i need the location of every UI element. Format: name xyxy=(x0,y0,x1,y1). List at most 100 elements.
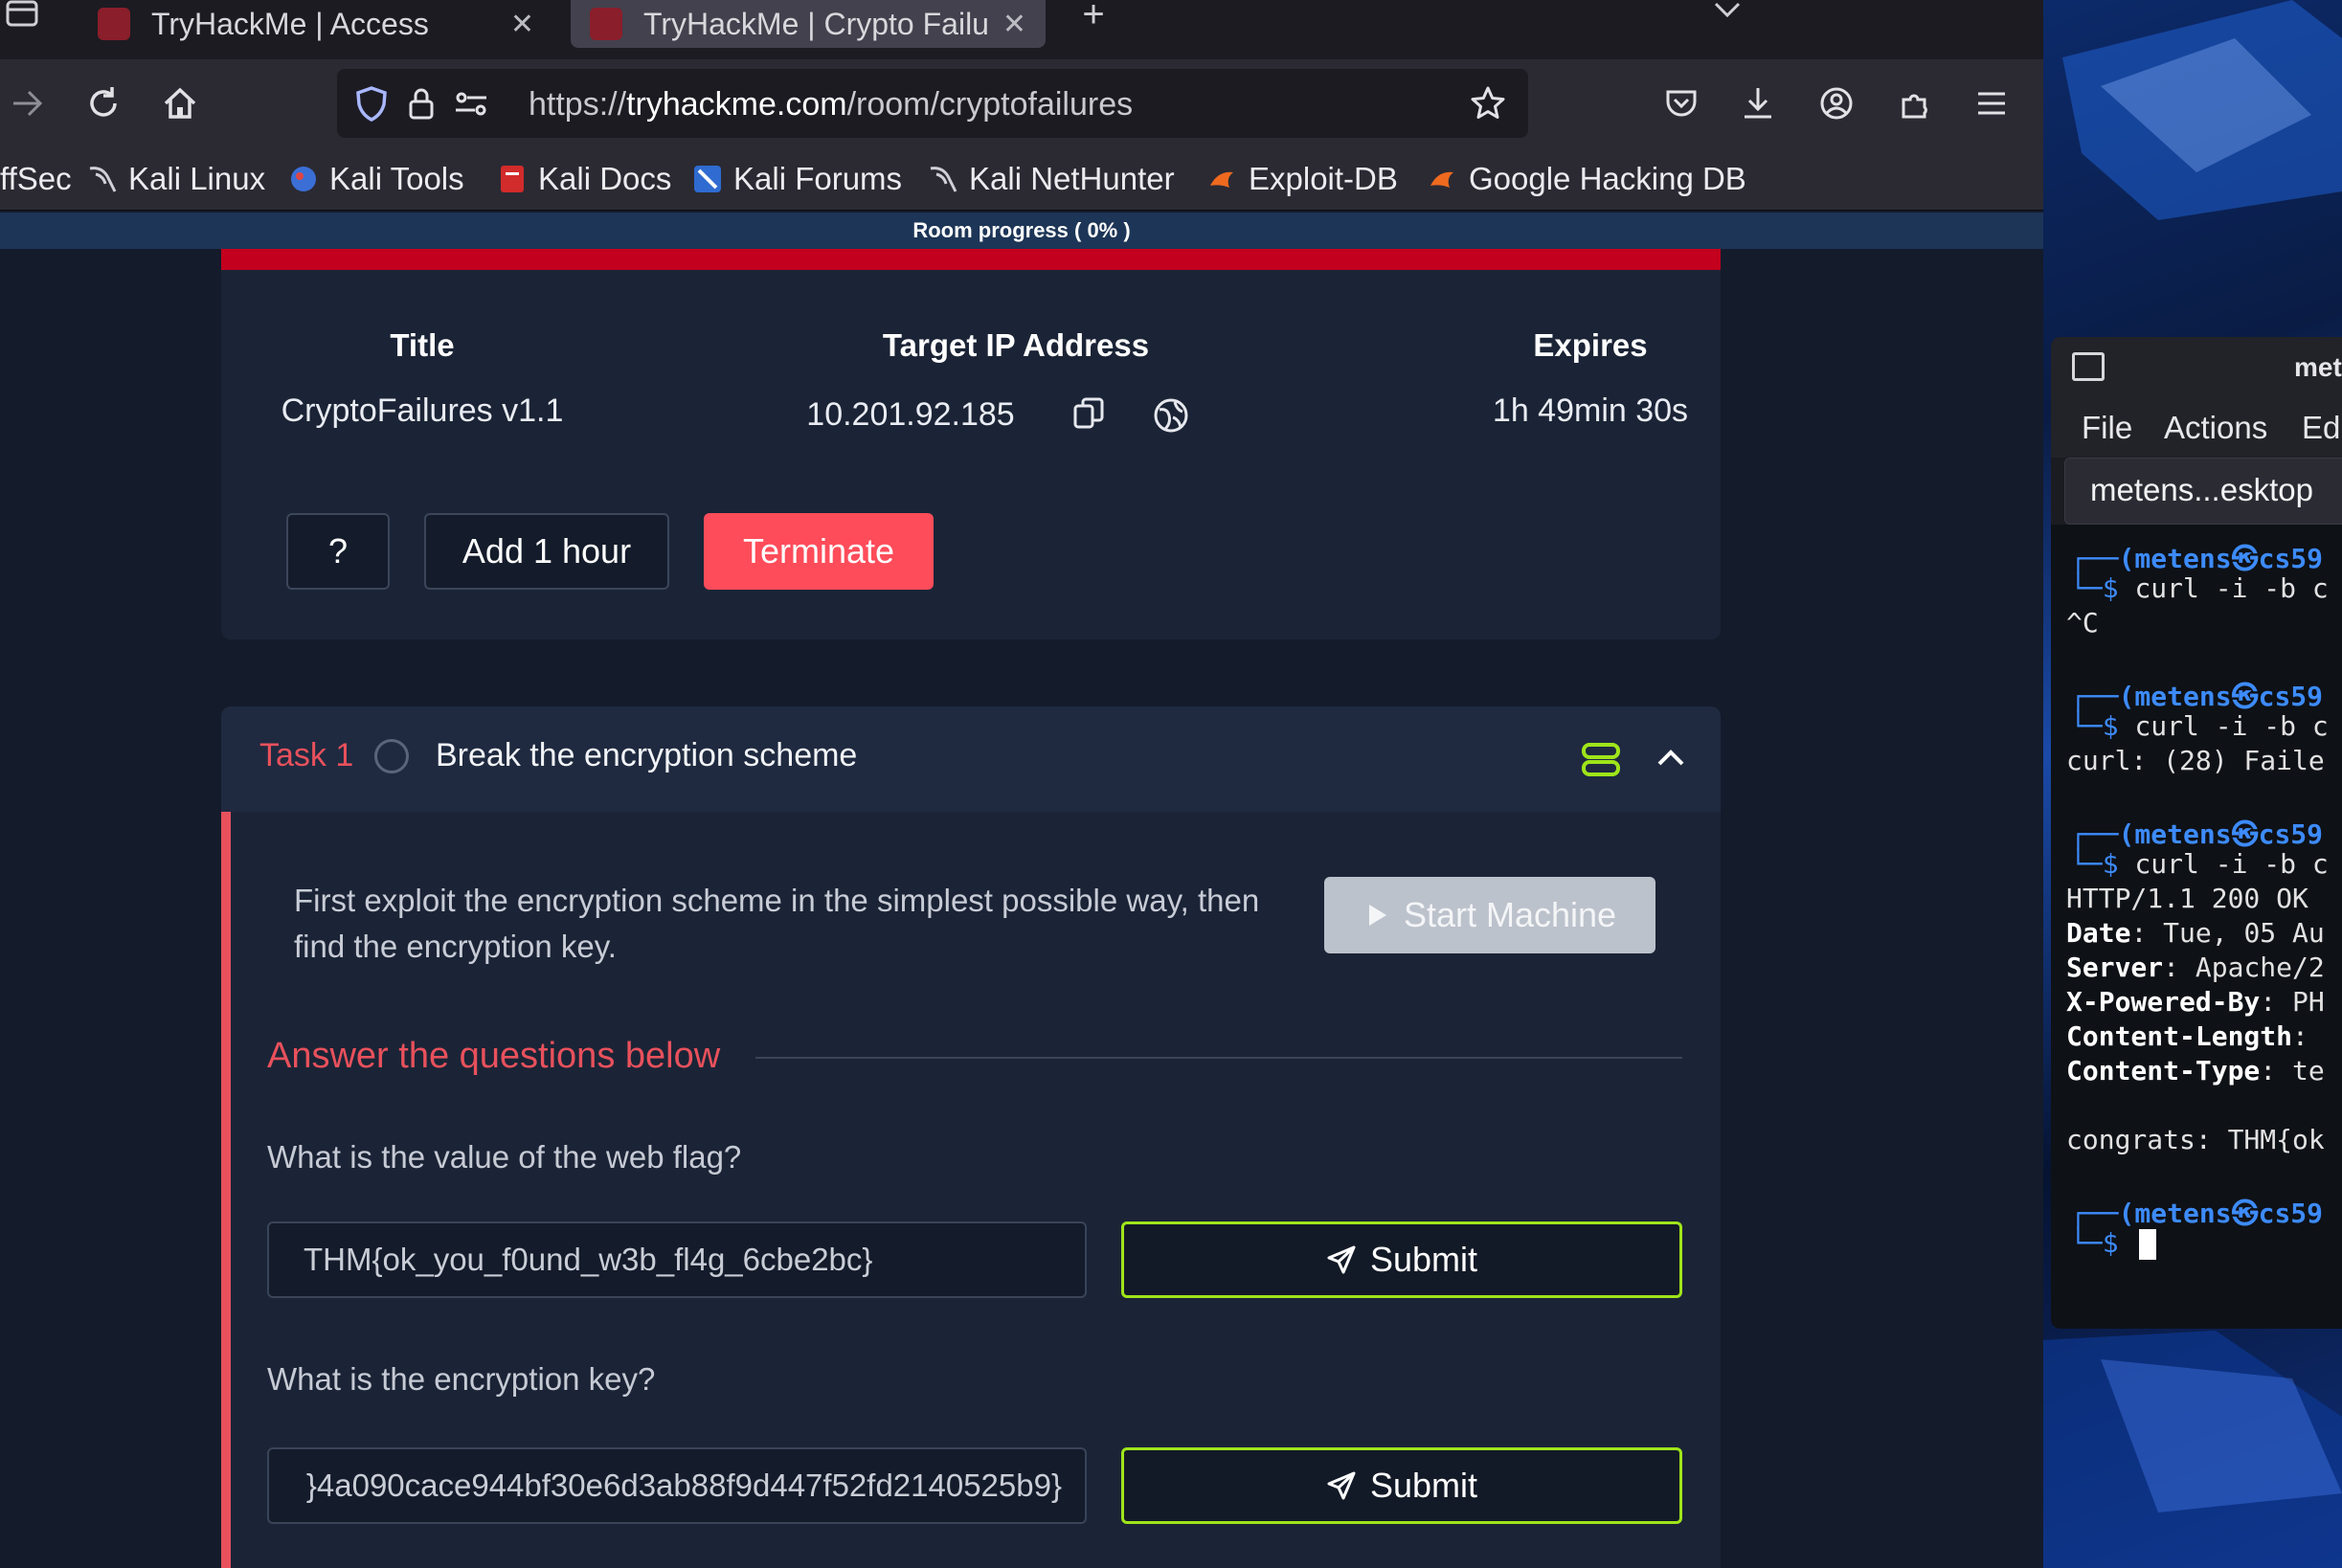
bookmark-offsec[interactable]: ffSec xyxy=(0,157,72,201)
task-header[interactable]: Task 1 Break the encryption scheme xyxy=(221,706,1721,812)
bookmark-label: Kali Tools xyxy=(329,161,464,196)
machine-title: CryptoFailures v1.1 xyxy=(281,392,564,429)
answers-heading: Answer the questions below xyxy=(267,1036,721,1076)
address-bar[interactable]: https://tryhackme.com/room/cryptofailure… xyxy=(337,69,1528,138)
copy-ip-icon[interactable] xyxy=(1071,396,1106,431)
bookmark-kali-forums[interactable]: Kali Forums xyxy=(691,157,902,201)
home-icon[interactable] xyxy=(155,78,205,128)
tab-cryptofailures[interactable]: TryHackMe | Crypto Failur ✕ xyxy=(571,0,1046,48)
page-permissions-icon[interactable] xyxy=(452,84,490,123)
collapse-chevron-up-icon[interactable] xyxy=(1652,741,1690,775)
task-number: Task 1 xyxy=(259,737,354,773)
room-progress-bar xyxy=(221,249,1721,270)
terminal-line: HTTP/1.1 200 OK xyxy=(2066,883,2308,914)
web-flag-answer-input[interactable]: THM{ok_you_f0und_w3b_fl4g_6cbe2bc} xyxy=(267,1221,1087,1298)
menu-edit[interactable]: Ed xyxy=(2302,410,2340,446)
add-1-hour-button[interactable]: Add 1 hour xyxy=(424,513,669,590)
help-button[interactable]: ? xyxy=(286,513,390,590)
terminal-line: ┌──(metens㉿cs59 xyxy=(2070,681,2324,712)
open-in-browser-globe-icon[interactable] xyxy=(1152,396,1190,435)
start-machine-label: Start Machine xyxy=(1403,895,1617,934)
terminal-cursor xyxy=(2139,1229,2156,1260)
target-ip[interactable]: 10.201.92.185 xyxy=(796,396,1025,434)
terminal-line: Content-Type: te xyxy=(2066,1055,2325,1086)
hamburger-menu-icon[interactable] xyxy=(1967,78,2016,128)
downloads-icon[interactable] xyxy=(1733,78,1783,128)
navigation-toolbar: https://tryhackme.com/room/cryptofailure… xyxy=(0,59,2043,147)
bookmark-star-icon[interactable] xyxy=(1469,84,1507,123)
bookmark-kali-docs[interactable]: Kali Docs xyxy=(496,157,671,201)
bookmark-label: Google Hacking DB xyxy=(1469,161,1746,196)
play-icon xyxy=(1368,905,1386,926)
tryhackme-favicon-icon xyxy=(98,8,130,40)
question-encryption-key: What is the encryption key? xyxy=(267,1361,656,1397)
question-web-flag: What is the value of the web flag? xyxy=(267,1139,742,1175)
reload-icon[interactable] xyxy=(79,78,128,128)
extensions-icon[interactable] xyxy=(1890,78,1940,128)
prompt: (metens㉿cs59 xyxy=(2118,543,2324,574)
task-accent-border xyxy=(221,812,231,1568)
pocket-icon[interactable] xyxy=(1656,78,1706,128)
prompt: (metens㉿cs59 xyxy=(2118,1198,2324,1229)
exploit-db-icon xyxy=(1430,171,1453,188)
bookmark-label: Kali Linux xyxy=(128,161,266,196)
tab-access[interactable]: TryHackMe | Access ✕ xyxy=(79,0,553,48)
submit-encryption-key-button[interactable]: Submit xyxy=(1121,1447,1682,1524)
terminal-line: ┌──(metens㉿cs59 xyxy=(2070,543,2324,574)
bookmark-exploit-db[interactable]: Exploit-DB xyxy=(1206,157,1398,201)
terminal-line: X-Powered-By: PH xyxy=(2066,986,2325,1018)
bookmarks-toolbar: ffSec Kali Linux Kali Tools Kali Docs Ka… xyxy=(0,147,2043,211)
command: curl -i -b c xyxy=(2134,848,2329,880)
close-tab-icon[interactable]: ✕ xyxy=(510,8,534,41)
bookmark-label: Kali Docs xyxy=(538,161,672,196)
encryption-key-answer-input[interactable]: }4a090cace944bf30e6d3ab88f9d447f52fd2140… xyxy=(267,1447,1087,1524)
terminate-button[interactable]: Terminate xyxy=(704,513,934,590)
bookmark-kali-linux[interactable]: Kali Linux xyxy=(86,157,265,201)
url-text[interactable]: https://tryhackme.com/room/cryptofailure… xyxy=(529,86,1133,123)
header-key: Server xyxy=(2066,952,2164,983)
bookmark-label: ffSec xyxy=(0,161,72,196)
kali-docs-icon xyxy=(501,166,524,192)
task-incomplete-circle-icon xyxy=(374,739,409,773)
bookmark-kali-nethunter[interactable]: Kali NetHunter xyxy=(927,157,1175,201)
header-key: Date xyxy=(2066,917,2131,949)
bookmark-google-hacking-db[interactable]: Google Hacking DB xyxy=(1427,157,1746,201)
submit-label: Submit xyxy=(1369,1240,1478,1279)
menu-file[interactable]: File xyxy=(2082,410,2132,446)
task-stack-icon[interactable] xyxy=(1581,741,1621,779)
submit-web-flag-button[interactable]: Submit xyxy=(1121,1221,1682,1298)
bookmark-label: Exploit-DB xyxy=(1249,161,1398,196)
bookmark-label: Kali Forums xyxy=(733,161,903,196)
bookmark-kali-tools[interactable]: Kali Tools xyxy=(287,157,464,201)
encryption-key-answer-value: }4a090cace944bf30e6d3ab88f9d447f52fd2140… xyxy=(305,1467,1062,1503)
command: curl -i -b c xyxy=(2134,572,2329,604)
expires-time: 1h 49min 30s xyxy=(1492,392,1689,429)
terminal-tab[interactable]: metens...esktop xyxy=(2064,458,2342,525)
prompt: (metens㉿cs59 xyxy=(2118,681,2324,712)
command: curl -i -b c xyxy=(2134,710,2329,742)
tab-overflow-chevron-icon[interactable] xyxy=(1706,0,1748,29)
tab-strip: TryHackMe | Access ✕ TryHackMe | Crypto … xyxy=(0,0,2043,59)
paper-plane-icon xyxy=(1327,1245,1356,1274)
lock-icon[interactable] xyxy=(402,84,440,123)
account-icon[interactable] xyxy=(1812,78,1861,128)
tracking-shield-icon[interactable] xyxy=(352,84,391,123)
header-value: : Apache/2 xyxy=(2163,952,2325,983)
url-host: tryhackme.com xyxy=(626,86,847,123)
title-column-header: Title xyxy=(390,327,455,363)
terminal-line: └─$ curl -i -b c xyxy=(2070,572,2329,604)
terminal-line: ┌──(metens㉿cs59 xyxy=(2070,1198,2324,1229)
bookmark-label: Kali NetHunter xyxy=(969,161,1175,196)
start-machine-button[interactable]: Start Machine xyxy=(1324,877,1655,953)
terminal-line: curl: (28) Faile xyxy=(2066,745,2325,776)
room-progress-label: Room progress ( 0% ) xyxy=(0,213,2043,249)
new-tab-icon[interactable]: + xyxy=(1072,0,1115,38)
terminal-line: congrats: THM{ok xyxy=(2066,1124,2325,1155)
tab-list-icon[interactable] xyxy=(0,0,50,38)
forward-icon[interactable] xyxy=(2,78,52,128)
menu-actions[interactable]: Actions xyxy=(2164,410,2267,446)
terminal-output[interactable]: ┌──(metens㉿cs59 └─$ curl -i -b c ^C ┌──(… xyxy=(2051,525,2342,1329)
terminal-line: Content-Length: xyxy=(2066,1020,2308,1052)
close-tab-icon[interactable]: ✕ xyxy=(1002,8,1026,41)
terminal-window: met File Actions Ed metens...esktop ┌──(… xyxy=(2051,337,2342,1329)
